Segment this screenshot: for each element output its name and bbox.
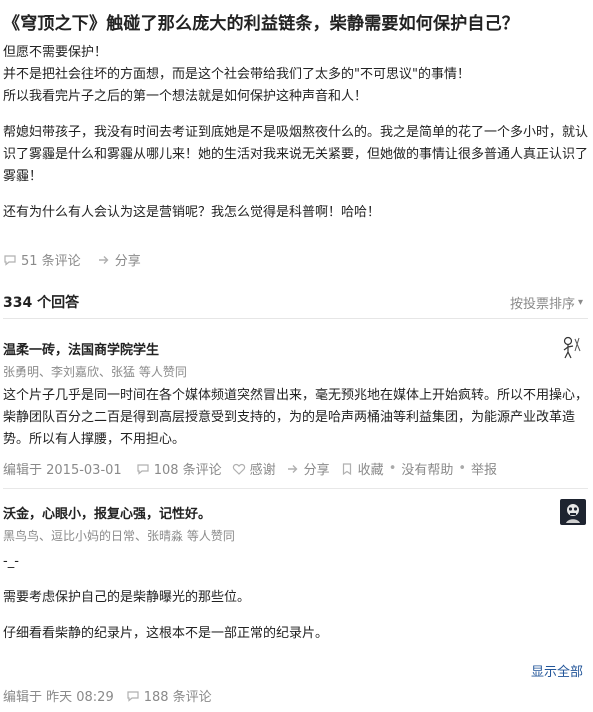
share-label: 分享 <box>114 254 141 269</box>
answers-count: 334 个回答 <box>3 295 80 311</box>
question-paragraph: 还有为什么有人会认为这是营销呢？我怎么觉得是科普啊！哈哈！ <box>3 205 381 220</box>
answer-divider <box>3 488 588 489</box>
answer-voters[interactable]: 张勇明、李刘嘉欣、张猛 等人赞同 <box>3 363 588 380</box>
report-button[interactable]: 举报 <box>471 459 497 478</box>
no-help-button[interactable]: 没有帮助 <box>401 459 453 478</box>
comment-icon <box>126 689 140 703</box>
answer-author[interactable]: 沃金，心眼小，报复心强，记性好。 <box>3 503 588 522</box>
collect-button[interactable]: 收藏 <box>340 459 384 478</box>
dot-separator: • <box>458 461 467 476</box>
question-paragraph: 但愿不需要保护！ <box>3 45 108 60</box>
answer-paragraph: 这个片子几乎是同一时间在各个媒体频道突然冒出来，毫无预兆地在媒体上开始疯转。所以… <box>3 388 589 447</box>
answer-paragraph: 仔细看看柴静的纪录片，这根本不是一部正常的纪录片。 <box>3 626 329 641</box>
answer-comments-link[interactable]: 188 条评论 <box>126 686 212 705</box>
show-all-link[interactable]: 显示全部 <box>531 661 583 680</box>
bookmark-icon <box>340 462 354 476</box>
avatar[interactable] <box>560 499 586 525</box>
comments-count: 188 条评论 <box>143 690 212 705</box>
thanks-button[interactable]: 感谢 <box>232 459 276 478</box>
question-title[interactable]: 《穹顶之下》触碰了那么庞大的利益链条，柴静需要如何保护自己？ <box>3 9 591 34</box>
answer-content: -_- 需要考虑保护自己的是柴静曝光的那些位。 仔细看看柴静的纪录片，这根本不是… <box>3 551 588 645</box>
question-paragraph: 所以我看完片子之后的第一个想法就是如何保护这种声音和人！ <box>3 89 368 104</box>
question-page: 《穹顶之下》触碰了那么庞大的利益链条，柴静需要如何保护自己？ 但愿不需要保护！ … <box>0 0 593 712</box>
share-label: 分享 <box>303 463 330 478</box>
sort-dropdown[interactable]: 按投票排序 ▾ <box>510 293 583 312</box>
comment-icon <box>3 253 17 267</box>
share-icon <box>286 462 300 476</box>
dot-separator: • <box>388 461 397 476</box>
answer-item: 沃金，心眼小，报复心强，记性好。 黑鸟鸟、逗比小妈的日常、张晴淼 等人赞同 -_… <box>3 503 588 645</box>
sort-label: 按投票排序 <box>509 297 575 312</box>
question-comments-link[interactable]: 51 条评论 <box>3 250 81 269</box>
share-icon <box>97 253 111 267</box>
answer-meta: 编辑于 昨天 08:29 188 条评论 <box>3 686 228 705</box>
answers-header: 334 个回答 按投票排序 ▾ <box>3 288 588 319</box>
heart-icon <box>232 462 246 476</box>
answer-comments-link[interactable]: 108 条评论 <box>136 459 222 478</box>
question-description: 但愿不需要保护！ 并不是把社会往坏的方面想，而是这个社会带给我们了太多的"不可思… <box>3 42 588 224</box>
answer-content: 这个片子几乎是同一时间在各个媒体频道突然冒出来，毫无预兆地在媒体上开始疯转。所以… <box>3 385 588 451</box>
collect-label: 收藏 <box>357 463 384 478</box>
chevron-down-icon: ▾ <box>577 297 583 308</box>
comments-count: 108 条评论 <box>153 463 222 478</box>
question-paragraph: 并不是把社会往坏的方面想，而是这个社会带给我们了太多的"不可思议"的事情！ <box>3 67 470 82</box>
answer-paragraph: -_- <box>3 554 19 569</box>
edit-timestamp[interactable]: 编辑于 2015-03-01 <box>3 459 122 478</box>
comment-icon <box>136 462 150 476</box>
question-paragraph: 帮媳妇带孩子，我没有时间去考证到底她是不是吸烟熬夜什么的。我之是简单的花了一个多… <box>3 125 589 184</box>
answer-meta: 编辑于 2015-03-01 108 条评论 感谢 分享 收藏 • 没有帮助 •… <box>3 459 497 478</box>
avatar[interactable] <box>559 334 585 360</box>
question-meta: 51 条评论 分享 <box>3 250 157 269</box>
answer-paragraph: 需要考虑保护自己的是柴静曝光的那些位。 <box>3 590 251 605</box>
answer-author[interactable]: 温柔一砖，法国商学院学生 <box>3 339 588 358</box>
question-share-link[interactable]: 分享 <box>97 250 141 269</box>
thanks-label: 感谢 <box>249 463 276 478</box>
comments-count: 51 条评论 <box>21 254 81 269</box>
answer-item: 温柔一砖，法国商学院学生 张勇明、李刘嘉欣、张猛 等人赞同 这个片子几乎是同一时… <box>3 339 588 451</box>
share-button[interactable]: 分享 <box>286 459 330 478</box>
edit-timestamp[interactable]: 编辑于 昨天 08:29 <box>3 686 114 705</box>
answer-voters[interactable]: 黑鸟鸟、逗比小妈的日常、张晴淼 等人赞同 <box>3 527 588 544</box>
